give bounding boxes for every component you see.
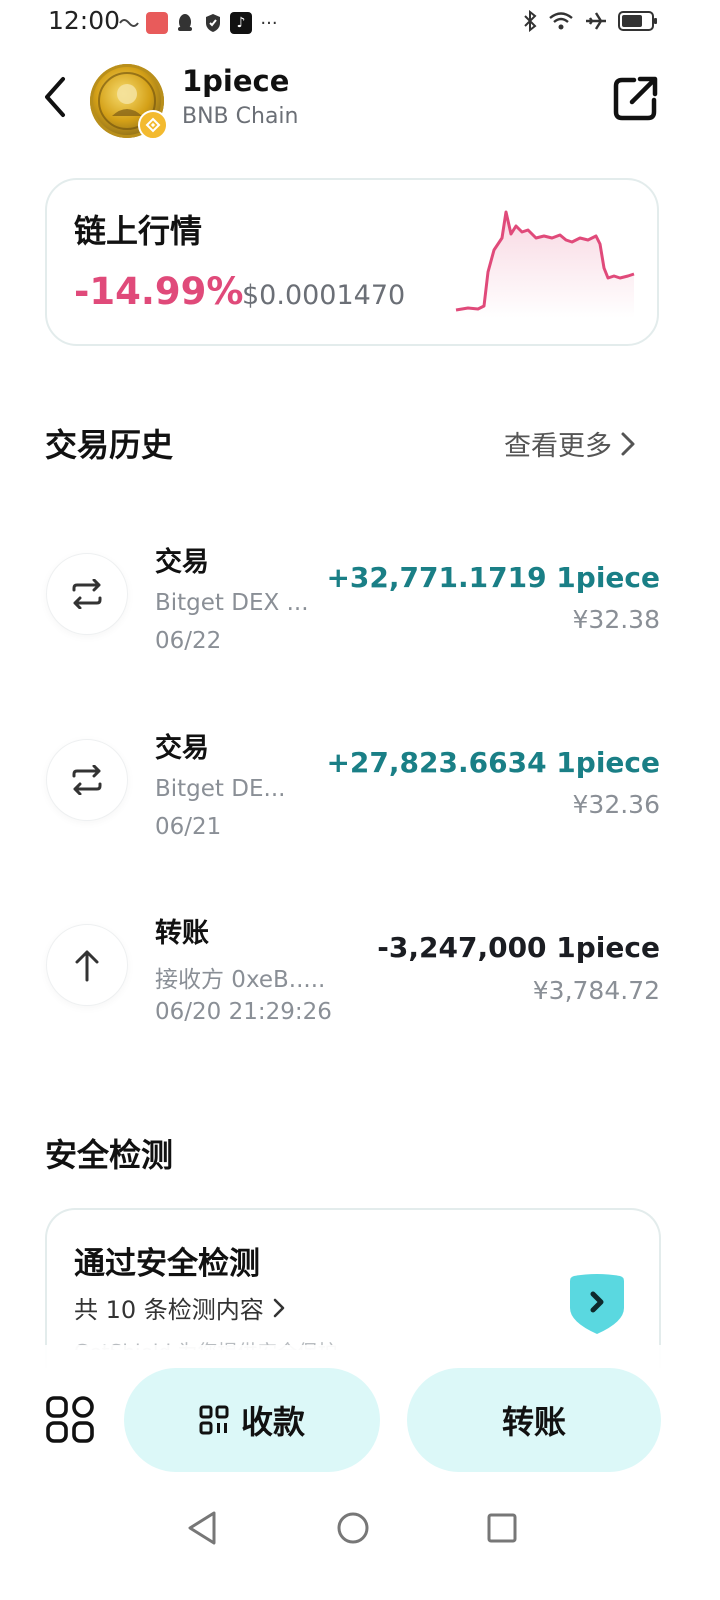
system-back-icon[interactable]	[186, 1510, 218, 1546]
history-title: 交易历史	[45, 426, 174, 464]
tx-date: 06/22	[155, 628, 222, 654]
status-icons-right	[522, 9, 658, 36]
swap-icon	[46, 553, 128, 635]
tx-counterparty: Bitget DEX ...	[155, 590, 309, 616]
wifi-icon	[548, 11, 574, 35]
transaction-row[interactable]	[40, 903, 680, 1033]
chevron-left-icon	[45, 77, 65, 117]
battery-icon	[618, 10, 658, 36]
status-time: 12:00	[48, 6, 121, 35]
tx-amount: -3,247,000 1piece	[377, 931, 660, 964]
tx-date: 06/20 21:29:26	[155, 999, 332, 1025]
receive-label: 收款	[240, 1403, 305, 1441]
airplane-icon	[584, 10, 608, 36]
security-card-title: 通过安全检测	[74, 1246, 260, 1282]
tx-amount: +27,823.6634 1piece	[326, 746, 660, 779]
shield-icon	[202, 12, 224, 34]
price-change: -14.99%	[74, 270, 244, 313]
market-title: 链上行情	[74, 212, 203, 250]
back-button[interactable]	[30, 72, 80, 122]
apps-button[interactable]	[44, 1392, 98, 1446]
shield-arrow-icon[interactable]	[566, 1272, 628, 1336]
token-price: $0.0001470	[242, 280, 406, 311]
share-icon	[613, 76, 658, 121]
security-section-title: 安全检测	[45, 1136, 174, 1174]
status-icons-left: ♪ ···	[118, 10, 280, 36]
transaction-row[interactable]	[40, 532, 680, 662]
see-more-link[interactable]: 查看更多	[504, 424, 636, 463]
receive-button[interactable]: 收款	[124, 1368, 380, 1472]
arrow-up-icon	[46, 924, 128, 1006]
chevron-right-icon	[621, 432, 635, 455]
tx-type: 交易	[155, 547, 209, 578]
tx-date: 06/21	[155, 814, 222, 840]
apps-grid-icon	[46, 1396, 94, 1443]
tx-fiat-value: ¥32.36	[572, 790, 660, 819]
share-button[interactable]	[608, 70, 664, 126]
tx-counterparty: Bitget DE...	[155, 776, 286, 802]
tx-amount: +32,771.1719 1piece	[326, 561, 660, 594]
tx-fiat-value: ¥3,784.72	[532, 976, 660, 1005]
qr-code-icon	[199, 1405, 229, 1435]
more-dots-icon: ···	[260, 12, 278, 34]
tx-counterparty: 接收方 0xeB.....	[155, 967, 326, 993]
transfer-label: 转账	[501, 1403, 566, 1441]
app-icon	[146, 12, 168, 34]
system-recents-icon[interactable]	[486, 1512, 518, 1544]
price-sparkline	[455, 210, 635, 318]
security-detail-link[interactable]: 共 10 条检测内容	[74, 1290, 286, 1325]
tx-type: 交易	[155, 733, 209, 764]
bluetooth-icon	[522, 9, 538, 36]
chevron-right-icon	[273, 1298, 285, 1317]
token-name: 1piece	[182, 64, 290, 98]
bnb-chain-badge-icon	[138, 110, 168, 140]
tiktok-icon: ♪	[230, 12, 252, 34]
see-more-label: 查看更多	[504, 431, 612, 462]
tx-fiat-value: ¥32.38	[572, 605, 660, 634]
transaction-row[interactable]	[40, 718, 680, 848]
swap-icon	[46, 739, 128, 821]
tx-type: 转账	[155, 918, 209, 949]
token-chain: BNB Chain	[182, 104, 299, 129]
link-icon	[118, 12, 140, 34]
system-home-icon[interactable]	[336, 1510, 370, 1546]
qq-icon	[174, 12, 196, 34]
security-check-count: 共 10 条检测内容	[74, 1296, 264, 1324]
transfer-button[interactable]: 转账	[407, 1368, 661, 1472]
